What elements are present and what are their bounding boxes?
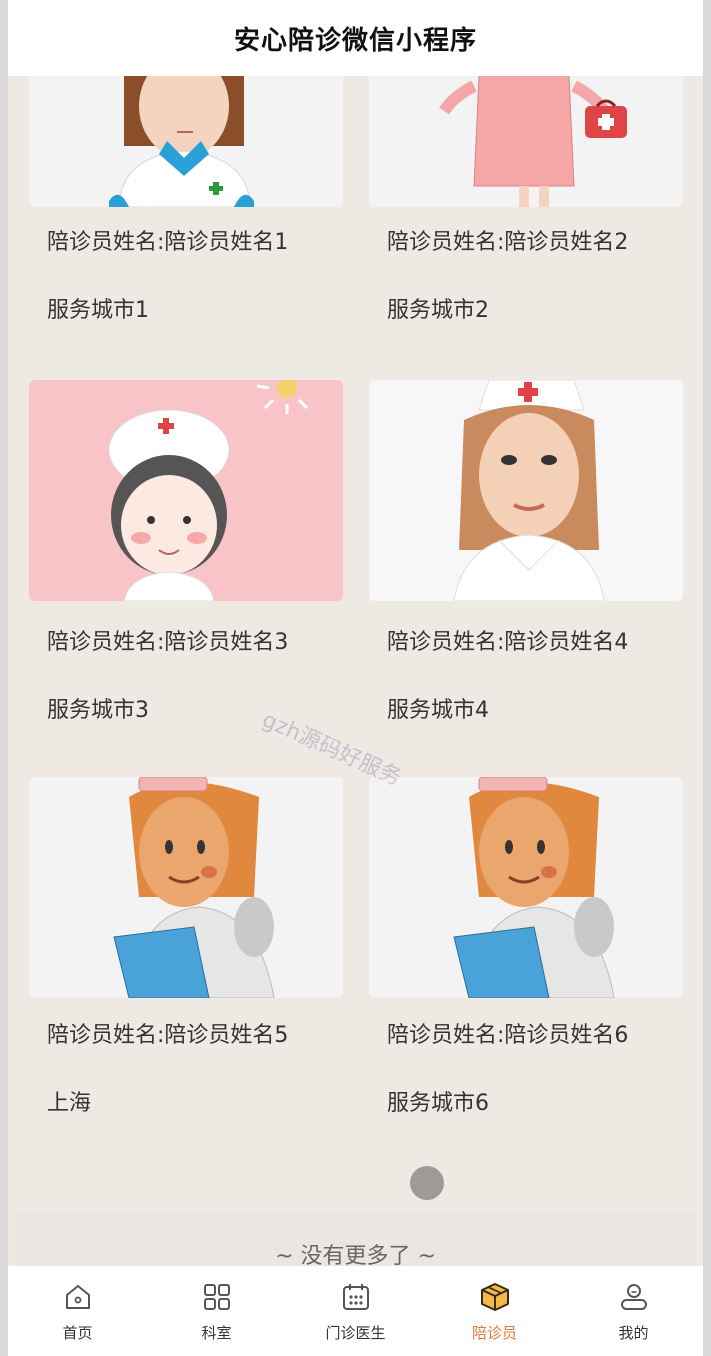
companion-photo — [29, 380, 343, 601]
box-icon — [478, 1280, 512, 1314]
companion-photo — [369, 76, 683, 207]
tab-home[interactable]: 首页 — [8, 1266, 147, 1356]
no-more-text: ~ 没有更多了 ~ — [275, 1244, 436, 1266]
grid-icon — [200, 1280, 234, 1314]
companion-name: 陪诊员姓名:陪诊员姓名2 — [387, 230, 629, 255]
tab-department[interactable]: 科室 — [147, 1266, 286, 1356]
companion-city: 服务城市4 — [387, 698, 489, 723]
companion-city: 服务城市2 — [387, 298, 489, 323]
tab-label: 我的 — [618, 1324, 649, 1342]
tab-doctors[interactable]: 门诊医生 — [286, 1266, 425, 1356]
tab-mine[interactable]: 我的 — [564, 1266, 703, 1356]
companion-name: 陪诊员姓名:陪诊员姓名3 — [47, 630, 289, 655]
home-icon — [61, 1280, 95, 1314]
companion-name: 陪诊员姓名:陪诊员姓名6 — [387, 1023, 629, 1048]
calendar-icon — [339, 1280, 373, 1314]
tab-label: 首页 — [62, 1324, 93, 1342]
tab-companions[interactable]: 陪诊员 — [425, 1266, 564, 1356]
tab-label: 科室 — [201, 1324, 232, 1342]
touch-indicator — [410, 1166, 444, 1200]
tab-label: 陪诊员 — [471, 1324, 517, 1342]
companion-city: 上海 — [47, 1091, 92, 1116]
companion-name: 陪诊员姓名:陪诊员姓名5 — [47, 1023, 289, 1048]
companion-photo — [29, 777, 343, 998]
page-title: 安心陪诊微信小程序 — [233, 25, 477, 56]
companion-list[interactable]: 陪诊员姓名:陪诊员姓名1 服务城市1 陪诊员姓名:陪诊员姓名2 服务城市2 陪诊… — [8, 76, 703, 1266]
companion-photo — [29, 76, 343, 207]
companion-city: 服务城市6 — [387, 1091, 489, 1116]
app-frame: 安心陪诊微信小程序 陪诊员姓名:陪诊员姓名1 服务城市1 陪诊员姓名:陪诊员姓名… — [8, 0, 703, 1356]
companion-city: 服务城市1 — [47, 298, 149, 323]
companion-name: 陪诊员姓名:陪诊员姓名4 — [387, 630, 629, 655]
companion-city: 服务城市3 — [47, 698, 149, 723]
bottom-tab-bar: 首页 科室 门诊医生 陪诊员 我的 — [8, 1266, 703, 1356]
tab-label: 门诊医生 — [325, 1324, 386, 1342]
user-icon — [617, 1280, 651, 1314]
page-header: 安心陪诊微信小程序 — [8, 0, 703, 76]
companion-photo — [369, 380, 683, 601]
companion-photo — [369, 777, 683, 998]
companion-name: 陪诊员姓名:陪诊员姓名1 — [47, 230, 289, 255]
